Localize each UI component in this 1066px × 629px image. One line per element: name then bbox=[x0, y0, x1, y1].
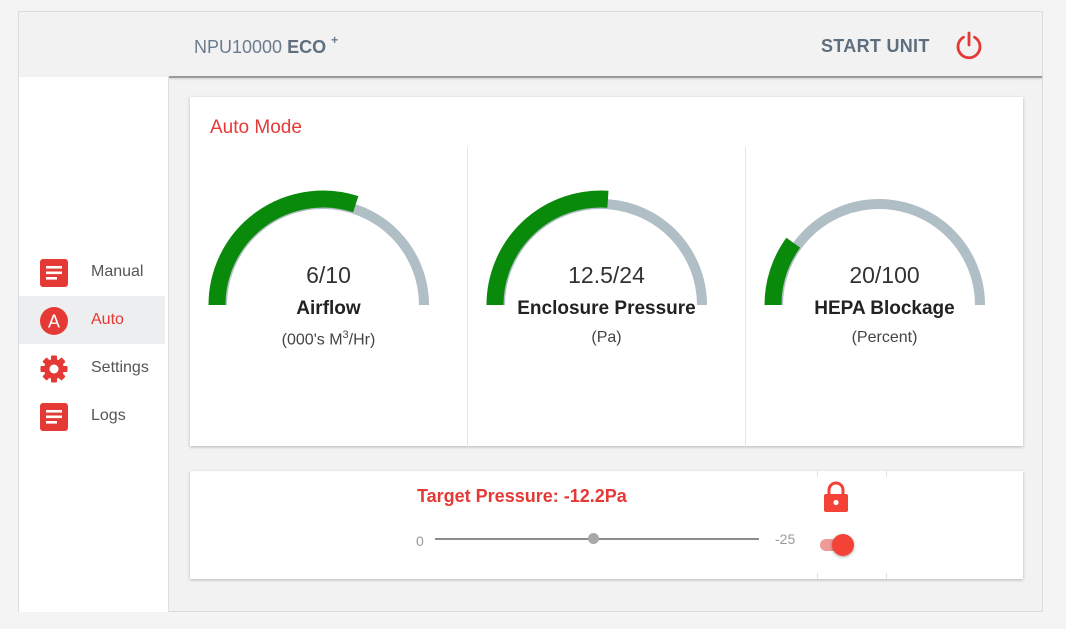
hepa-blockage-gauge: 20/100 HEPA Blockage (Percent) bbox=[745, 147, 1023, 447]
divider bbox=[817, 573, 818, 579]
gauge-unit: (Percent) bbox=[851, 329, 918, 346]
start-unit-button[interactable]: START UNIT bbox=[821, 36, 930, 57]
divider bbox=[886, 471, 887, 477]
document-icon bbox=[40, 259, 68, 287]
pressure-slider-thumb[interactable] bbox=[588, 533, 599, 544]
gauge-value: 20/100 bbox=[849, 262, 920, 288]
gauge-arc bbox=[208, 190, 429, 306]
auto-mode-card: Auto Mode 6/10 Airflow (000's M3/Hr) 12.… bbox=[190, 97, 1023, 447]
header-divider bbox=[169, 76, 1042, 78]
slider-min-label: 0 bbox=[416, 533, 424, 549]
document-icon bbox=[40, 403, 68, 431]
gear-icon bbox=[40, 355, 68, 383]
slider-max-label: -25 bbox=[775, 531, 796, 547]
sidebar-item-label: Manual bbox=[91, 263, 144, 280]
gauge-value: 12.5/24 bbox=[568, 262, 645, 288]
svg-text:A: A bbox=[48, 312, 60, 332]
auto-mode-title: Auto Mode bbox=[210, 117, 302, 138]
sidebar-item-manual[interactable]: Manual bbox=[19, 248, 165, 296]
gauge-fill bbox=[486, 190, 609, 306]
app-title: NPU10000 ECO + bbox=[194, 33, 339, 57]
target-pressure-title: Target Pressure: -12.2Pa bbox=[417, 486, 627, 506]
sidebar-item-label: Auto bbox=[91, 311, 124, 328]
enclosure-pressure-gauge: 12.5/24 Enclosure Pressure (Pa) bbox=[467, 147, 745, 447]
divider bbox=[886, 573, 887, 579]
gauge-label: HEPA Blockage bbox=[814, 298, 955, 319]
sidebar-item-label: Logs bbox=[91, 407, 126, 424]
lock-toggle[interactable] bbox=[832, 534, 854, 556]
airflow-gauge: 6/10 Airflow (000's M3/Hr) bbox=[190, 147, 467, 447]
gauge-label: Airflow bbox=[296, 298, 361, 319]
app-window: NPU10000 ECO + START UNIT Manual A Auto bbox=[18, 11, 1043, 612]
gauge-arc bbox=[764, 199, 985, 306]
target-pressure-card: Target Pressure: -12.2Pa 0 -25 bbox=[190, 471, 1023, 579]
sidebar-item-settings[interactable]: Settings bbox=[19, 344, 165, 392]
lock-icon[interactable] bbox=[822, 481, 850, 513]
gauge-value: 6/10 bbox=[306, 262, 351, 288]
sidebar-item-logs[interactable]: Logs bbox=[19, 392, 165, 440]
sidebar-item-label: Settings bbox=[91, 359, 149, 376]
divider bbox=[817, 471, 818, 477]
auto-a-icon: A bbox=[40, 307, 68, 335]
gauge-unit: (Pa) bbox=[591, 329, 622, 346]
gauge-label: Enclosure Pressure bbox=[517, 298, 696, 319]
gauge-unit: (000's M3/Hr) bbox=[281, 329, 376, 349]
top-bar: NPU10000 ECO + START UNIT bbox=[19, 12, 1042, 77]
gauge-track bbox=[773, 199, 985, 306]
power-icon[interactable] bbox=[953, 29, 985, 61]
sidebar-item-auto[interactable]: A Auto bbox=[19, 296, 165, 344]
sidebar: Manual A Auto Settings Logs bbox=[19, 77, 169, 612]
gauge-arc bbox=[486, 190, 707, 306]
